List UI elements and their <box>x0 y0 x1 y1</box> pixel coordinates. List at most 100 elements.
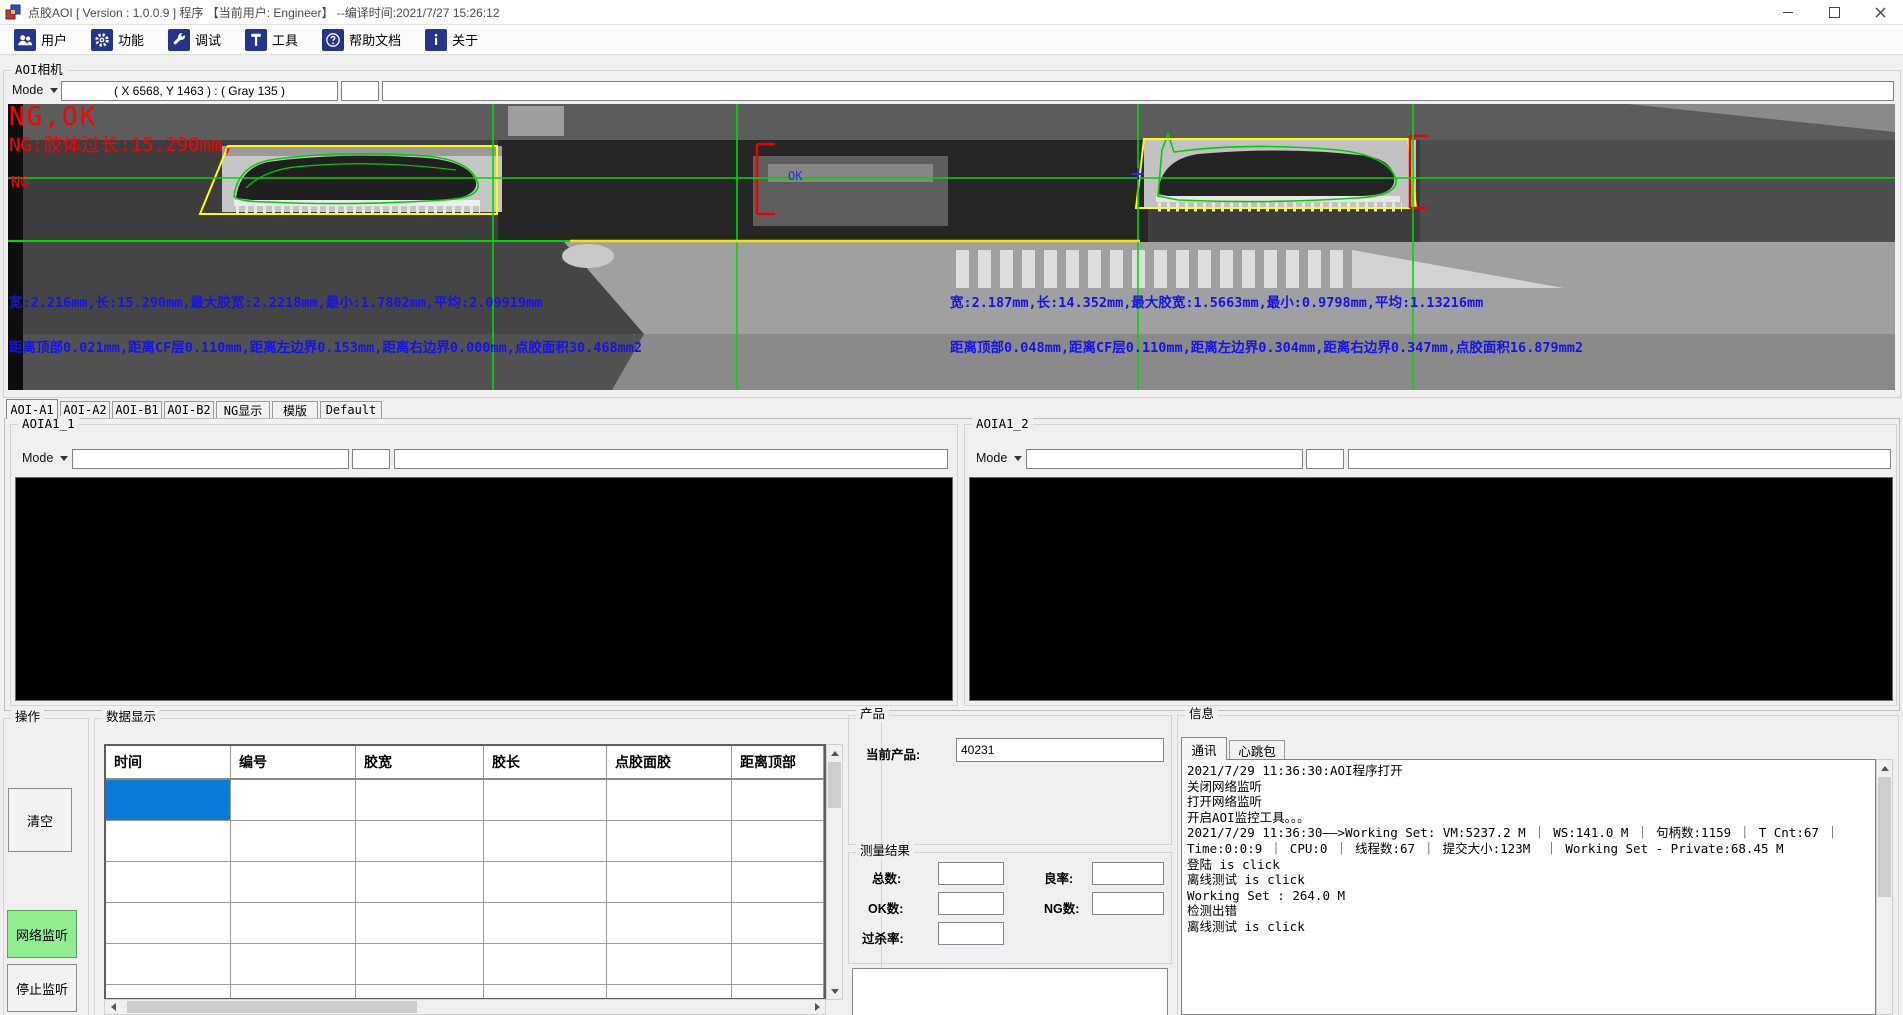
table-cell[interactable] <box>607 821 732 861</box>
table-cell[interactable] <box>106 944 231 984</box>
comms-log[interactable]: 2021/7/29 11:36:30:AOI程序打开 关闭网络监听 打开网络监听… <box>1181 759 1876 1015</box>
camera-mode-dropdown[interactable]: Mode <box>12 83 58 97</box>
table-cell[interactable] <box>484 862 607 902</box>
scrollbar-thumb[interactable] <box>828 762 841 808</box>
aoia1-2-image[interactable] <box>969 477 1893 701</box>
table-cell[interactable] <box>484 985 607 1000</box>
table-cell[interactable] <box>231 821 356 861</box>
table-cell-selected[interactable] <box>106 780 231 820</box>
aoia1-2-mode-dropdown[interactable]: Mode <box>976 451 1022 465</box>
toolbar-item-users[interactable]: 用户 <box>6 27 75 53</box>
toolbar-item-debug[interactable]: 调试 <box>160 27 229 53</box>
log-line: 离线测试 is click <box>1187 919 1870 935</box>
table-cell[interactable] <box>732 780 824 820</box>
table-cell[interactable] <box>231 780 356 820</box>
total-count-field[interactable] <box>938 862 1004 885</box>
current-product-field[interactable]: 40231 <box>956 738 1164 762</box>
table-cell[interactable] <box>732 821 824 861</box>
table-cell[interactable] <box>607 985 732 1000</box>
table-cell[interactable] <box>484 780 607 820</box>
column-header-area[interactable]: 点胶面胶 <box>607 746 732 778</box>
table-cell[interactable] <box>106 821 231 861</box>
table-cell[interactable] <box>607 944 732 984</box>
tab-template[interactable]: 模版 <box>272 401 318 419</box>
camera-aux-field[interactable] <box>341 81 379 101</box>
close-button[interactable] <box>1857 0 1903 24</box>
tab-aoi-b2[interactable]: AOI-B2 <box>164 401 214 419</box>
overkill-rate-field[interactable] <box>938 922 1004 945</box>
scrollbar-thumb[interactable] <box>1878 777 1891 897</box>
ok-count-field[interactable] <box>938 892 1004 915</box>
table-horizontal-scrollbar[interactable] <box>104 999 826 1015</box>
tab-ng-display[interactable]: NG显示 <box>216 401 270 419</box>
scroll-right-button[interactable] <box>809 1000 825 1014</box>
table-cell[interactable] <box>231 944 356 984</box>
scroll-up-button[interactable] <box>1877 760 1892 776</box>
tab-aoi-b1[interactable]: AOI-B1 <box>112 401 162 419</box>
camera-status-field[interactable] <box>382 81 1894 101</box>
ng-count-field[interactable] <box>1092 892 1164 915</box>
table-cell[interactable] <box>356 985 484 1000</box>
left-measure-line2: 距离顶部0.021mm,距离CF层0.110mm,距离左边界0.153mm,距离… <box>9 339 642 356</box>
column-header-width[interactable]: 胶宽 <box>356 746 484 778</box>
table-cell[interactable] <box>356 862 484 902</box>
tab-default[interactable]: Default <box>320 401 382 419</box>
aoia1-1-readout-field[interactable] <box>72 449 349 469</box>
scroll-down-button[interactable] <box>827 983 842 999</box>
aoia1-1-mode-dropdown[interactable]: Mode <box>22 451 68 465</box>
toolbar-item-tools[interactable]: 工具 <box>237 27 306 53</box>
aoia1-1-status-field[interactable] <box>394 449 948 469</box>
scrollbar-thumb[interactable] <box>127 1001 417 1013</box>
scroll-up-button[interactable] <box>827 745 842 761</box>
table-cell[interactable] <box>231 903 356 943</box>
toolbar-item-functions[interactable]: 功能 <box>83 27 152 53</box>
table-vertical-scrollbar[interactable] <box>826 744 843 1000</box>
aoia1-2-readout-field[interactable] <box>1026 449 1303 469</box>
table-cell[interactable] <box>607 862 732 902</box>
column-header-top-dist[interactable]: 距离顶部 <box>732 746 824 778</box>
table-cell[interactable] <box>607 903 732 943</box>
minimize-button[interactable] <box>1765 0 1811 24</box>
table-cell[interactable] <box>732 985 824 1000</box>
toolbar-item-help[interactable]: 帮助文档 <box>314 27 409 53</box>
toolbar-item-about[interactable]: 关于 <box>417 27 486 53</box>
log-line: 离线测试 is click <box>1187 872 1870 888</box>
app-window: 点胶AOI [ Version : 1.0.0.9 ] 程序 【当前用户: En… <box>0 0 1903 1015</box>
aoia1-2-status-field[interactable] <box>1348 449 1891 469</box>
column-header-time[interactable]: 时间 <box>106 746 231 778</box>
table-cell[interactable] <box>356 821 484 861</box>
table-cell[interactable] <box>732 944 824 984</box>
camera-view[interactable]: NG,OK NG:胶体过长:15.290mm, NG OK 宽:2.216mm,… <box>8 104 1895 390</box>
table-cell[interactable] <box>231 862 356 902</box>
tab-comms[interactable]: 通讯 <box>1181 737 1227 760</box>
aoia1-1-image[interactable] <box>15 477 953 701</box>
stop-listen-button[interactable]: 停止监听 <box>7 964 77 1012</box>
table-row <box>106 903 824 944</box>
maximize-button[interactable] <box>1811 0 1857 24</box>
table-cell[interactable] <box>356 780 484 820</box>
table-cell[interactable] <box>607 780 732 820</box>
aoia1-1-aux-field[interactable] <box>352 449 390 469</box>
table-cell[interactable] <box>106 903 231 943</box>
column-header-length[interactable]: 胶长 <box>484 746 607 778</box>
aoia1-2-aux-field[interactable] <box>1306 449 1344 469</box>
table-cell[interactable] <box>356 903 484 943</box>
yield-field[interactable] <box>1092 862 1164 885</box>
table-cell[interactable] <box>484 903 607 943</box>
tab-aoi-a1[interactable]: AOI-A1 <box>6 399 58 419</box>
tab-heartbeat[interactable]: 心跳包 <box>1229 740 1285 760</box>
table-cell[interactable] <box>732 862 824 902</box>
table-cell[interactable] <box>484 944 607 984</box>
table-cell[interactable] <box>106 985 231 1000</box>
table-cell[interactable] <box>231 985 356 1000</box>
table-cell[interactable] <box>106 862 231 902</box>
chevron-down-icon <box>60 456 68 461</box>
scroll-left-button[interactable] <box>105 1000 121 1014</box>
clear-button[interactable]: 清空 <box>8 788 72 852</box>
log-vertical-scrollbar[interactable] <box>1876 759 1893 1015</box>
network-listen-button[interactable]: 网络监听 <box>7 910 77 958</box>
table-cell[interactable] <box>732 903 824 943</box>
table-cell[interactable] <box>356 944 484 984</box>
column-header-id[interactable]: 编号 <box>231 746 356 778</box>
table-cell[interactable] <box>484 821 607 861</box>
